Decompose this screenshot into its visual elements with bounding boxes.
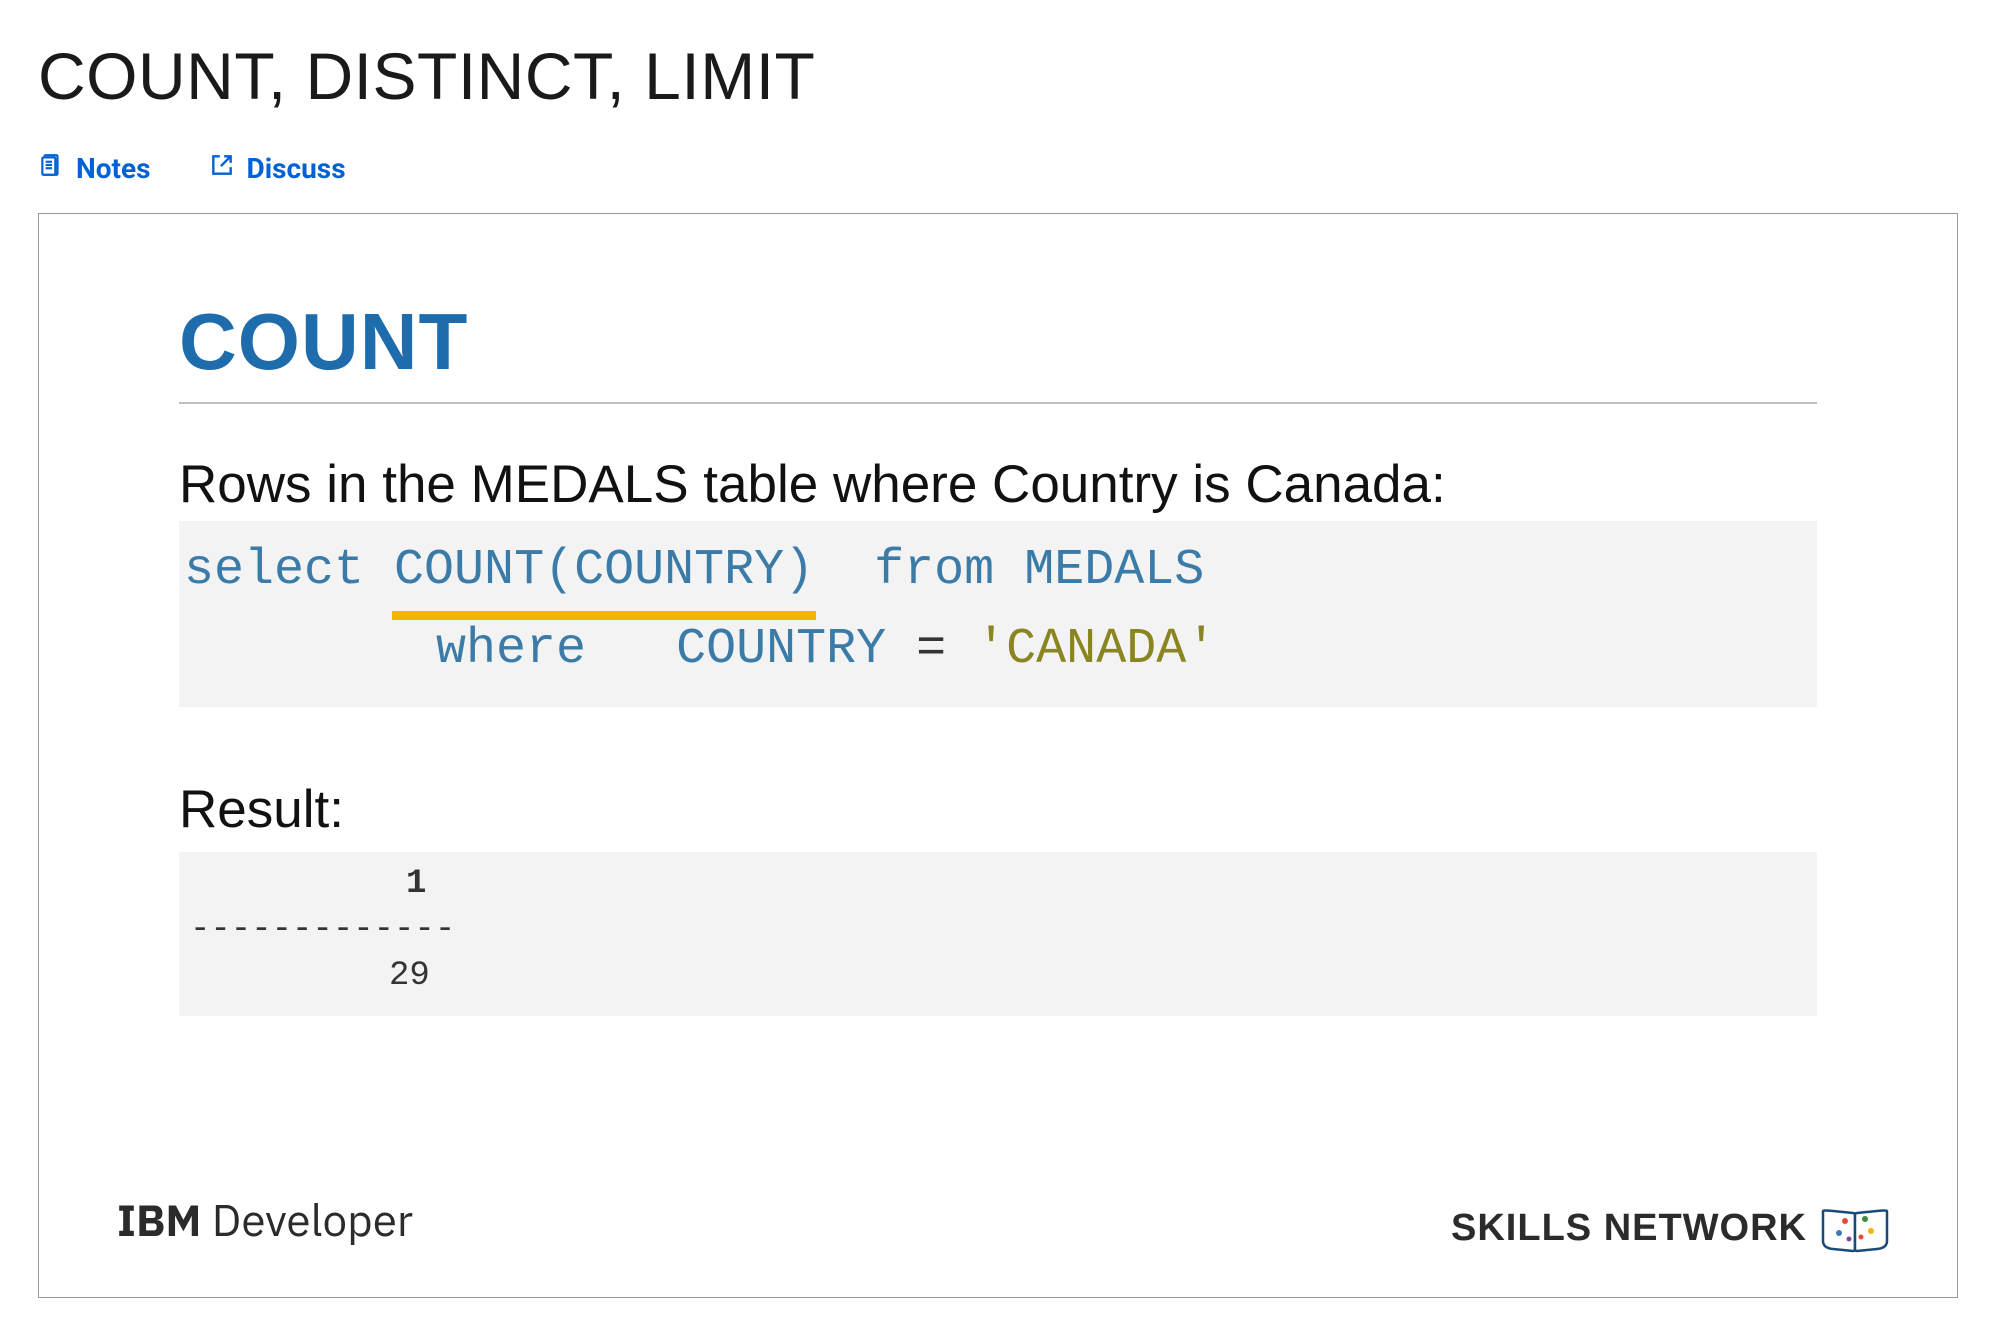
skills-network-label: SKILLS NETWORK (1451, 1207, 1807, 1250)
skills-network-icon (1821, 1203, 1889, 1253)
notes-label: Notes (76, 152, 151, 185)
sql-table-name: MEDALS (1024, 531, 1204, 610)
footer-brand-developer: Developer (201, 1192, 413, 1249)
result-label: Result: (179, 779, 1817, 840)
slide-heading: COUNT (179, 296, 1817, 404)
result-block: 1 ------------- 29 (179, 852, 1817, 1016)
result-column-header: 1 (184, 862, 1812, 908)
slide-container: COUNT Rows in the MEDALS table where Cou… (38, 213, 1958, 1298)
sql-from-keyword: from (874, 531, 994, 610)
discuss-link[interactable]: Discuss (209, 152, 346, 185)
notes-icon (38, 152, 64, 185)
notes-link[interactable]: Notes (38, 152, 151, 185)
result-value: 29 (184, 954, 1812, 1000)
sql-string-literal: 'CANADA' (976, 621, 1216, 678)
external-link-icon (209, 152, 235, 185)
page-title: COUNT, DISTINCT, LIMIT (38, 38, 1958, 114)
action-links: Notes Discuss (38, 152, 1958, 185)
sql-count-expression: COUNT(COUNTRY) (394, 531, 814, 610)
sql-where-keyword: where (436, 621, 586, 678)
sql-block: select COUNT(COUNTRY) from MEDALS where … (179, 521, 1817, 707)
sql-select-keyword: select (184, 531, 364, 610)
footer-brand-left: IBM Developer (117, 1192, 413, 1249)
slide-description: Rows in the MEDALS table where Country i… (179, 454, 1817, 515)
footer-brand-right: SKILLS NETWORK (1451, 1203, 1889, 1253)
result-divider: ------------- (184, 908, 1812, 954)
footer-brand-ibm: IBM (117, 1192, 201, 1249)
discuss-label: Discuss (247, 152, 346, 185)
sql-column-name: COUNTRY (676, 621, 886, 678)
sql-equals-operator: = (916, 621, 946, 678)
sql-line-1: select COUNT(COUNTRY) from MEDALS (184, 531, 1812, 610)
sql-line-2: where COUNTRY = 'CANADA' (184, 610, 1812, 689)
